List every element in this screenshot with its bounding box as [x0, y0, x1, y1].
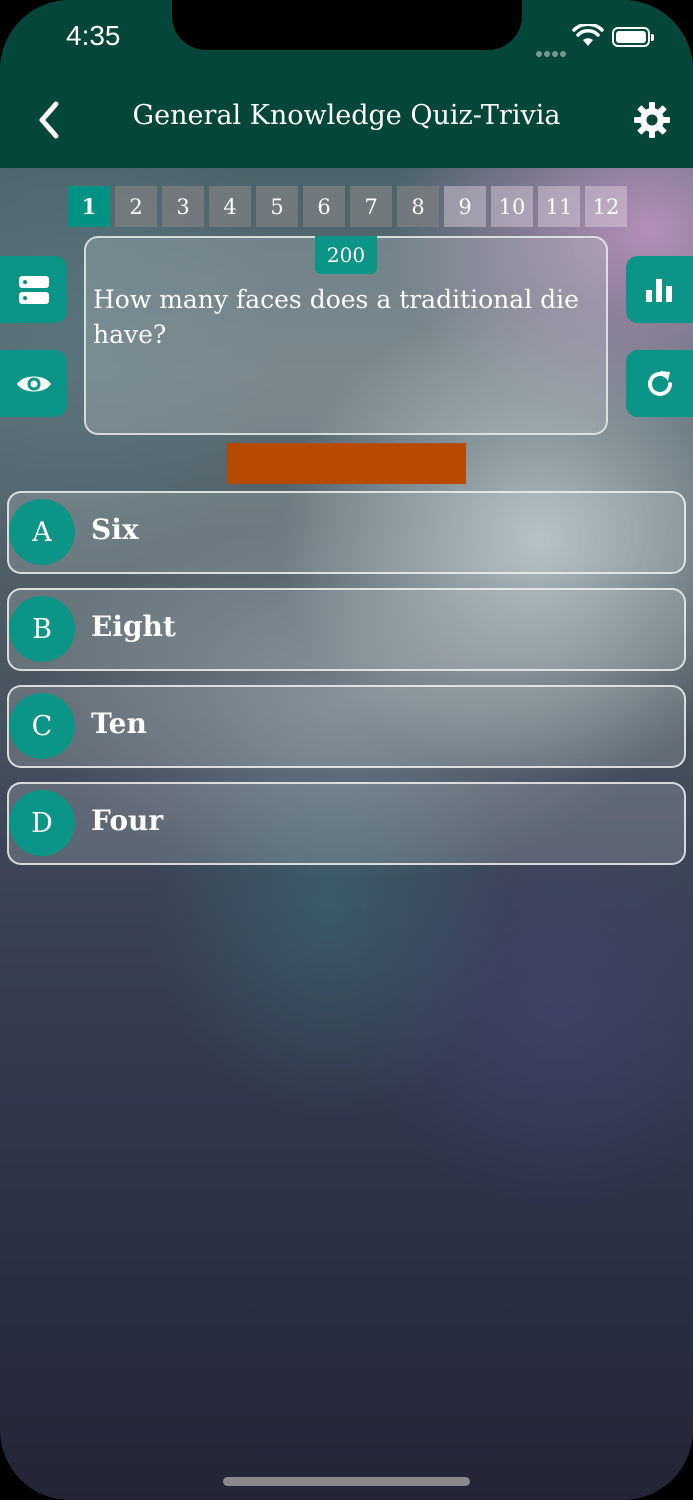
answer-text: Four	[91, 804, 164, 837]
settings-button[interactable]	[632, 100, 672, 140]
answer-option-a[interactable]: A Six	[7, 491, 686, 574]
answer-letter: C	[9, 693, 75, 759]
question-number-6[interactable]: 6	[303, 186, 345, 227]
answer-letter: D	[9, 790, 75, 856]
statistics-button[interactable]	[626, 256, 693, 323]
app-screen: 4:35 General Knowledge Quiz-Trivia 1 2 3…	[0, 0, 693, 1500]
home-indicator	[223, 1477, 470, 1486]
reveal-answer-button[interactable]	[0, 350, 67, 417]
question-number-8[interactable]: 8	[397, 186, 439, 227]
back-button[interactable]	[30, 98, 70, 142]
device-notch	[172, 0, 522, 50]
question-number-12[interactable]: 12	[585, 186, 627, 227]
question-number-3[interactable]: 3	[162, 186, 204, 227]
answer-text: Six	[91, 513, 139, 546]
answer-text: Ten	[91, 707, 147, 740]
answer-letter: A	[9, 499, 75, 565]
answer-letter: B	[9, 596, 75, 662]
question-number-11[interactable]: 11	[538, 186, 580, 227]
question-number-1[interactable]: 1	[68, 186, 110, 227]
question-number-5[interactable]: 5	[256, 186, 298, 227]
wifi-icon	[572, 24, 604, 46]
question-number-strip: 1 2 3 4 5 6 7 8 9 10 11 12	[68, 186, 627, 227]
page-title: General Knowledge Quiz-Trivia	[132, 100, 561, 131]
list-icon	[18, 275, 49, 304]
question-number-9[interactable]: 9	[444, 186, 486, 227]
answer-option-b[interactable]: B Eight	[7, 588, 686, 671]
answer-option-c[interactable]: C Ten	[7, 685, 686, 768]
answer-option-d[interactable]: D Four	[7, 782, 686, 865]
points-badge: 200	[315, 236, 377, 274]
question-number-10[interactable]: 10	[491, 186, 533, 227]
eye-icon	[16, 376, 51, 391]
cellular-signal-icon	[536, 42, 568, 61]
question-number-7[interactable]: 7	[350, 186, 392, 227]
app-header: 4:35 General Knowledge Quiz-Trivia	[0, 0, 693, 168]
answer-text: Eight	[91, 610, 176, 643]
restart-button[interactable]	[626, 350, 693, 417]
timer-bar	[227, 443, 466, 484]
battery-icon	[612, 27, 654, 47]
bar-chart-icon	[645, 278, 672, 302]
question-number-2[interactable]: 2	[115, 186, 157, 227]
chevron-left-icon	[39, 101, 59, 139]
question-list-button[interactable]	[0, 256, 67, 323]
refresh-icon	[647, 370, 672, 396]
question-text: How many faces does a traditional die ha…	[93, 285, 579, 349]
status-time: 4:35	[66, 20, 121, 51]
question-number-4[interactable]: 4	[209, 186, 251, 227]
gear-icon	[634, 102, 670, 138]
